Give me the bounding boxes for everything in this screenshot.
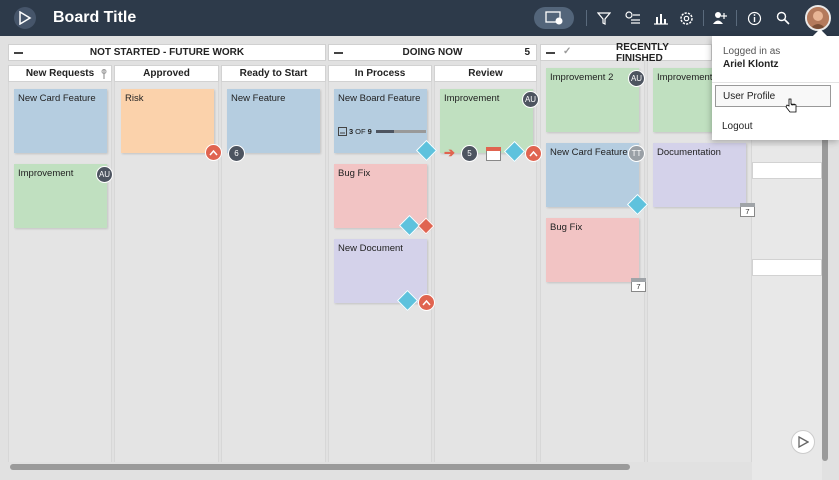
menu-item-logout[interactable]: Logout: [715, 116, 831, 138]
filter-icon[interactable]: [595, 9, 613, 27]
lane-header-doing-now[interactable]: DOING NOW 5: [328, 44, 537, 61]
card-title: New Board Feature: [338, 93, 421, 104]
assignee-avatar[interactable]: TT: [628, 145, 645, 162]
card-title: Bug Fix: [338, 168, 371, 179]
card-improvement[interactable]: Improvement AU: [14, 164, 113, 228]
due-date-icon: [486, 147, 501, 161]
card-bug-fix[interactable]: Bug Fix: [334, 164, 435, 237]
toolbar-divider: [586, 10, 587, 26]
check-icon: ✓: [563, 46, 572, 57]
right-lane-strip: [752, 146, 822, 480]
lane-title: DOING NOW: [402, 47, 463, 58]
collapsed-lane[interactable]: [752, 162, 822, 179]
card-title: New Card Feature: [18, 93, 96, 104]
card-bug-fix-2[interactable]: Bug Fix 7: [546, 218, 646, 292]
lane-header-recently-finished[interactable]: ✓ RECENTLY FINISHED: [540, 42, 712, 64]
menu-divider: [712, 82, 839, 83]
play-icon: [798, 436, 809, 448]
column-header-approved[interactable]: Approved: [114, 65, 219, 82]
card-title: New Card Feature: [550, 147, 628, 158]
card-title: Improvement: [444, 93, 500, 104]
settings-icon[interactable]: [677, 9, 695, 27]
progress-of: OF: [355, 127, 366, 136]
card-title: Improvement: [18, 168, 74, 179]
info-icon[interactable]: [745, 9, 763, 27]
count-badge: 6: [228, 145, 245, 162]
task-icon: [338, 127, 347, 136]
hand-cursor-icon: [785, 98, 797, 113]
top-bar: Board Title: [0, 0, 839, 36]
toolbar-divider: [703, 10, 704, 26]
assignee-avatar[interactable]: AU: [96, 166, 113, 183]
card-new-card-feature[interactable]: New Card Feature: [14, 89, 107, 153]
card-new-card-feature-2[interactable]: New Card Feature TT: [546, 143, 649, 216]
card-documentation[interactable]: Documentation 7: [653, 143, 755, 217]
board-title: Board Title: [53, 9, 137, 26]
assignee-avatar[interactable]: AU: [522, 91, 539, 108]
column-header-ready-to-start[interactable]: Ready to Start: [221, 65, 326, 82]
due-date-icon: 7: [740, 203, 755, 217]
task-progress: 3 OF 9: [338, 127, 426, 136]
card-title: Bug Fix: [550, 222, 583, 233]
card-title: Improvement 2: [550, 72, 614, 83]
add-user-icon[interactable]: [711, 9, 729, 27]
column-title: New Requests: [25, 68, 95, 79]
column-title: In Process: [354, 68, 406, 79]
user-menu: Logged in as Ariel Klontz User Profile L…: [712, 28, 839, 140]
column-header-review[interactable]: Review: [434, 65, 537, 82]
due-date-icon: 7: [631, 278, 646, 292]
lane-title: NOT STARTED - FUTURE WORK: [89, 47, 245, 58]
priority-high-icon: [418, 294, 435, 311]
analytics-icon[interactable]: [652, 9, 670, 27]
toolbar-divider: [736, 10, 737, 26]
progress-total: 9: [367, 127, 372, 136]
horizontal-scrollbar[interactable]: [10, 464, 630, 470]
logo-icon[interactable]: [14, 7, 36, 29]
arrow-right-icon: ➔: [444, 145, 455, 160]
card-title: Improvement: [657, 72, 713, 83]
card-new-feature[interactable]: New Feature 6: [227, 89, 320, 162]
progress-done: 3: [349, 127, 354, 136]
column-header-new-requests[interactable]: New Requests: [8, 65, 112, 82]
priority-high-icon: [525, 145, 542, 162]
pin-icon: [101, 69, 107, 79]
list-filter-icon[interactable]: [624, 9, 642, 27]
column-title: Ready to Start: [239, 68, 308, 79]
board-view-button[interactable]: [534, 7, 574, 29]
card-improvement-2[interactable]: Improvement 2 AU: [546, 68, 645, 132]
card-title: New Feature: [231, 93, 286, 104]
column-title: Review: [468, 68, 503, 79]
card-title: Risk: [125, 93, 144, 104]
lane-wip-count: 5: [524, 47, 530, 58]
card-improvement-review[interactable]: Improvement AU ➔ 5: [440, 89, 542, 163]
collapsed-lane[interactable]: [752, 259, 822, 276]
card-new-document[interactable]: New Document: [334, 239, 435, 312]
floating-action-button[interactable]: [791, 430, 815, 454]
card-title: Documentation: [657, 147, 721, 158]
user-avatar[interactable]: [805, 5, 831, 31]
count-badge: 5: [461, 145, 478, 162]
menu-item-user-profile[interactable]: User Profile: [715, 85, 831, 107]
search-icon[interactable]: [774, 9, 792, 27]
column-header-in-process[interactable]: In Process: [328, 65, 432, 82]
board-view-icon: [545, 11, 563, 25]
card-title: New Document: [338, 243, 403, 254]
logged-in-label: Logged in as: [723, 46, 781, 57]
collapse-icon[interactable]: [334, 52, 343, 54]
card-new-board-feature[interactable]: New Board Feature 3 OF 9: [334, 89, 438, 162]
user-name: Ariel Klontz: [723, 59, 779, 70]
card-risk[interactable]: Risk: [121, 89, 222, 161]
card-improvement-partial[interactable]: Improvement: [653, 68, 713, 132]
progress-bar: [375, 130, 426, 133]
column-title: Approved: [143, 68, 190, 79]
lane-header-not-started[interactable]: NOT STARTED - FUTURE WORK: [8, 44, 326, 61]
collapse-icon[interactable]: [14, 52, 23, 54]
collapse-icon[interactable]: [546, 52, 555, 54]
assignee-avatar[interactable]: AU: [628, 70, 645, 87]
priority-high-icon: [205, 144, 222, 161]
